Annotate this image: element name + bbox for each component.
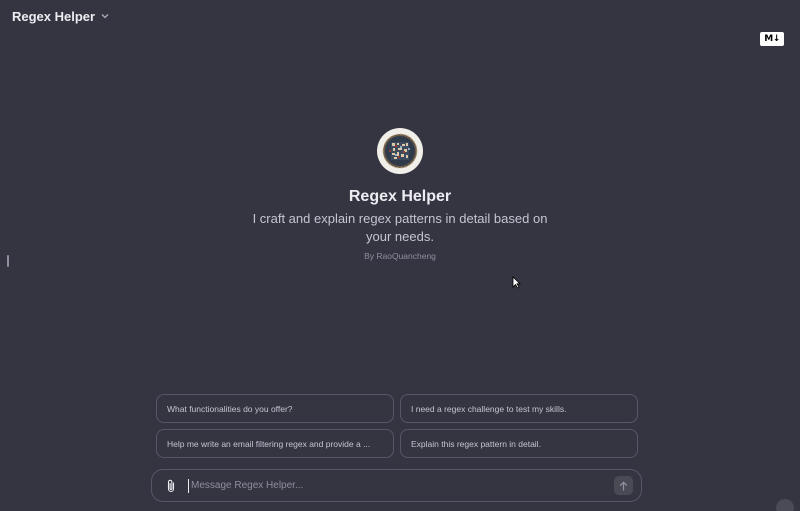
gpt-author: By RaoQuancheng — [364, 251, 436, 261]
regex-helper-avatar-icon — [378, 129, 422, 173]
gpt-intro: Regex Helper I craft and explain regex p… — [0, 128, 800, 261]
message-composer — [151, 469, 642, 502]
message-input[interactable] — [191, 480, 614, 491]
gpt-description: I craft and explain regex patterns in de… — [252, 211, 548, 244]
gpt-name: Regex Helper — [348, 188, 452, 205]
markdown-badge-label: M↓ — [764, 34, 780, 44]
gpt-title-menu[interactable]: Regex Helper — [12, 9, 111, 24]
arrow-up-icon — [619, 480, 628, 491]
starter-button[interactable]: Explain this regex pattern in detail. — [400, 429, 638, 458]
conversation-starters: What functionalities do you offer? I nee… — [156, 394, 638, 458]
mouse-cursor-icon — [512, 276, 521, 294]
text-caret — [188, 478, 189, 493]
starter-button[interactable]: I need a regex challenge to test my skil… — [400, 394, 638, 423]
gpt-avatar — [377, 128, 423, 174]
send-button[interactable] — [614, 476, 633, 495]
markdown-badge-icon[interactable]: M↓ — [760, 32, 784, 46]
chat-window: Regex Helper M↓ Regex Helper I craft and… — [0, 0, 800, 511]
starter-button[interactable]: What functionalities do you offer? — [156, 394, 394, 423]
gpt-title: Regex Helper — [12, 9, 96, 24]
starter-button[interactable]: Help me write an email filtering regex a… — [156, 429, 394, 458]
paperclip-icon[interactable] — [164, 478, 178, 494]
help-button[interactable] — [776, 499, 794, 511]
chevron-down-icon — [101, 12, 111, 22]
